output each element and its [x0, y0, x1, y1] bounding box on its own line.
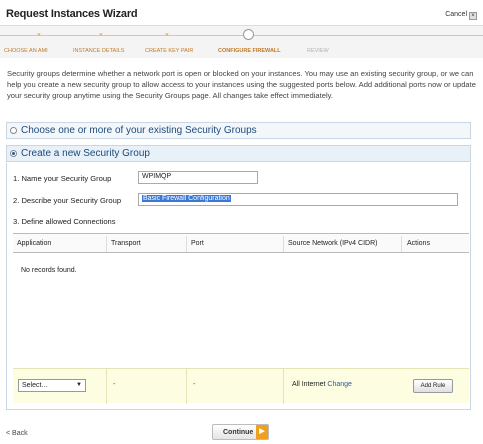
add-rule-button[interactable]: Add Rule — [413, 379, 453, 393]
existing-groups-radio[interactable] — [10, 127, 17, 134]
existing-groups-label: Choose one or more of your existing Secu… — [21, 125, 257, 136]
column-port[interactable]: Port — [191, 240, 204, 247]
new-group-option[interactable]: Create a new Security Group — [6, 145, 471, 162]
step-choose-ami[interactable]: CHOOSE AN AMI — [4, 48, 48, 54]
continue-label: Continue — [223, 429, 254, 436]
column-divider — [106, 369, 107, 404]
column-divider — [401, 236, 402, 252]
step-review: REVIEW — [307, 48, 329, 54]
step-done-chevron-icon: ⌄ — [164, 30, 170, 37]
close-icon[interactable]: × — [469, 12, 477, 20]
group-description-input[interactable]: Basic Firewall Configuration — [138, 193, 458, 206]
source-network-value: All Internet Change — [292, 381, 352, 388]
column-divider — [283, 236, 284, 252]
application-select[interactable]: Select... ▼ — [18, 379, 86, 392]
change-source-link[interactable]: Change — [327, 381, 352, 388]
connections-table: Application Transport Port Source Networ… — [13, 233, 469, 404]
transport-value: - — [113, 381, 116, 388]
column-source-network[interactable]: Source Network (IPv4 CIDR) — [288, 240, 377, 247]
wizard-title: Request Instances Wizard — [6, 8, 138, 20]
intro-text: Security groups determine whether a netw… — [7, 69, 476, 100]
port-value: - — [193, 381, 196, 388]
source-network-text: All Internet — [292, 381, 326, 388]
step-done-chevron-icon: ⌄ — [36, 30, 42, 37]
cancel-label: Cancel — [445, 11, 467, 18]
name-label: 1. Name your Security Group — [13, 174, 112, 183]
table-header: Application Transport Port Source Networ… — [13, 233, 469, 253]
empty-message: No records found. — [21, 267, 77, 274]
column-actions[interactable]: Actions — [407, 240, 430, 247]
step-track — [0, 35, 483, 36]
add-rule-row: Select... ▼ - - All Internet Change Add … — [13, 368, 469, 404]
connections-label: 3. Define allowed Connections — [13, 217, 116, 226]
application-select-value: Select... — [22, 382, 48, 389]
wizard-titlebar: Request Instances Wizard Cancel × — [0, 0, 483, 26]
step-create-key-pair[interactable]: CREATE KEY PAIR — [145, 48, 193, 54]
wizard-steps: ⌄ ⌄ ⌄ CHOOSE AN AMI INSTANCE DETAILS CRE… — [0, 26, 483, 58]
existing-groups-option[interactable]: Choose one or more of your existing Secu… — [6, 122, 471, 139]
step-configure-firewall: CONFIGURE FIREWALL — [218, 48, 281, 54]
continue-button[interactable]: Continue ▶ — [212, 424, 269, 440]
step-done-chevron-icon: ⌄ — [98, 30, 104, 37]
step-instance-details[interactable]: INSTANCE DETAILS — [73, 48, 124, 54]
column-divider — [186, 236, 187, 252]
back-link[interactable]: < Back — [6, 430, 28, 437]
column-application[interactable]: Application — [17, 240, 51, 247]
new-group-label: Create a new Security Group — [21, 148, 150, 159]
arrow-right-icon: ▶ — [256, 425, 268, 439]
describe-label: 2. Describe your Security Group — [13, 196, 122, 205]
column-divider — [106, 236, 107, 252]
column-transport[interactable]: Transport — [111, 240, 141, 247]
chevron-down-icon: ▼ — [76, 382, 82, 388]
step-current-circle-icon — [243, 29, 254, 40]
column-divider — [186, 369, 187, 404]
cancel-button[interactable]: Cancel × — [445, 11, 477, 20]
selected-text: Basic Firewall Configuration — [142, 195, 231, 202]
group-name-input[interactable]: WPIMQP — [138, 171, 258, 184]
column-divider — [283, 369, 284, 404]
new-group-radio[interactable] — [10, 150, 17, 157]
